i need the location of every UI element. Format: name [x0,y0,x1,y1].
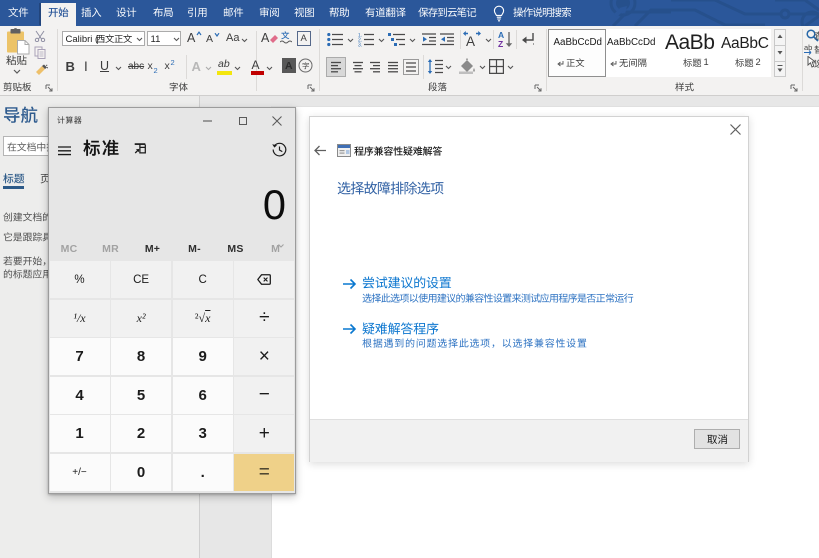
svg-text:3.: 3. [358,43,362,48]
svg-text:Z: Z [498,39,503,48]
svg-text:A: A [466,34,475,48]
